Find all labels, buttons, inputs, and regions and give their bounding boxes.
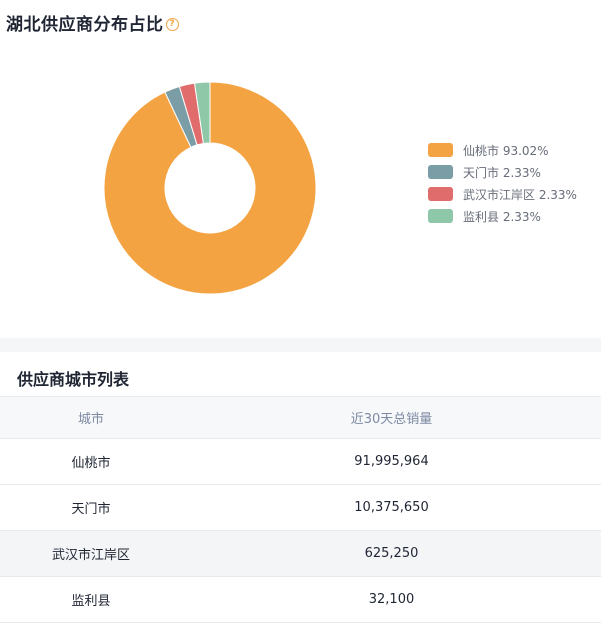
chart-legend: 仙桃市 93.02% 天门市 2.33% 武汉市江岸区 2.33% 监利县 2.… [428, 139, 577, 227]
table-header-row: 城市 近30天总销量 [0, 396, 601, 439]
city-cell: 监利县 [0, 576, 182, 623]
distribution-panel: 湖北供应商分布占比 ? 仙桃市 93.02% 天门市 2.33% 武汉市江岸区 … [0, 0, 601, 338]
legend-label: 仙桃市 93.02% [463, 143, 549, 158]
legend-swatch [428, 187, 453, 201]
table-row[interactable]: 仙桃市 91,995,964 [0, 438, 601, 485]
sales-cell: 32,100 [182, 576, 601, 623]
table-row[interactable]: 监利县 32,100 [0, 576, 601, 623]
panel-header: 湖北供应商分布占比 ? [6, 10, 179, 35]
legend-item-jianli[interactable]: 监利县 2.33% [428, 205, 577, 227]
donut-chart [103, 81, 317, 295]
legend-swatch [428, 143, 453, 157]
sales-cell: 625,250 [182, 530, 601, 577]
city-cell: 武汉市江岸区 [0, 530, 182, 577]
table-row[interactable]: 武汉市江岸区 625,250 [0, 530, 601, 577]
legend-item-xiantao[interactable]: 仙桃市 93.02% [428, 139, 577, 161]
city-list-panel: 供应商城市列表 城市 近30天总销量 仙桃市 91,995,964 天门市 10… [0, 352, 601, 623]
city-sales-table: 城市 近30天总销量 仙桃市 91,995,964 天门市 10,375,650… [0, 396, 601, 623]
legend-swatch [428, 209, 453, 223]
column-header-sales[interactable]: 近30天总销量 [182, 396, 601, 439]
list-title: 供应商城市列表 [17, 370, 130, 389]
sales-cell: 10,375,650 [182, 484, 601, 531]
city-cell: 天门市 [0, 484, 182, 531]
legend-label: 监利县 2.33% [463, 209, 541, 224]
column-header-city: 城市 [0, 396, 182, 439]
sales-cell: 91,995,964 [182, 438, 601, 485]
table-row[interactable]: 天门市 10,375,650 [0, 484, 601, 531]
legend-label: 武汉市江岸区 2.33% [463, 187, 577, 202]
page-title: 湖北供应商分布占比 [6, 15, 164, 35]
legend-swatch [428, 165, 453, 179]
legend-item-wuhan-jiangan[interactable]: 武汉市江岸区 2.33% [428, 183, 577, 205]
city-cell: 仙桃市 [0, 438, 182, 485]
help-icon[interactable]: ? [165, 17, 179, 31]
legend-label: 天门市 2.33% [463, 165, 541, 180]
legend-item-tianmen[interactable]: 天门市 2.33% [428, 161, 577, 183]
